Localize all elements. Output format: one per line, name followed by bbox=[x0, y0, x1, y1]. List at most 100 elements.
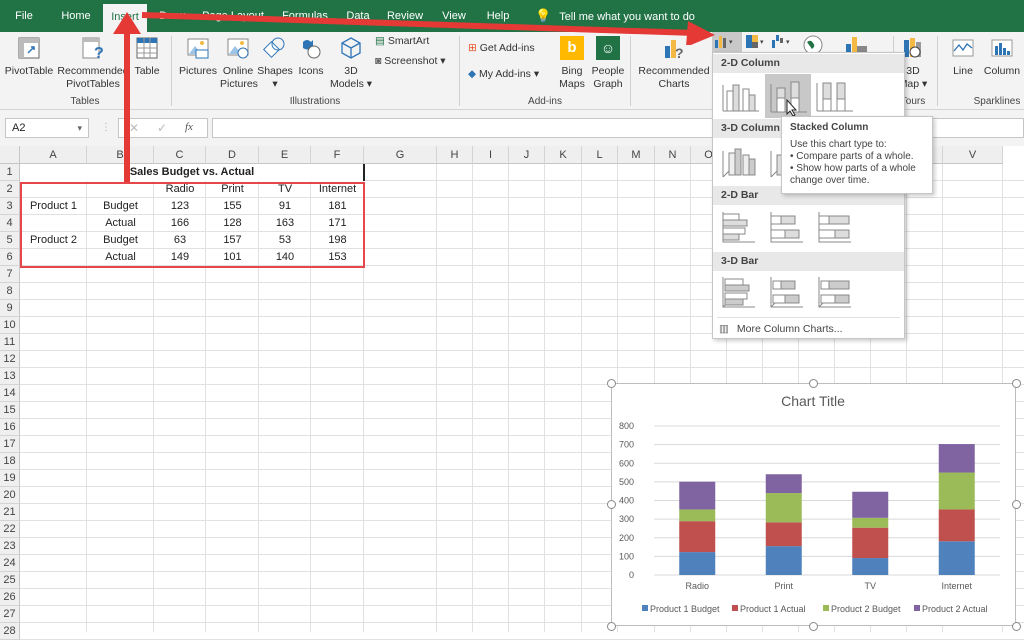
row-header-17[interactable]: 17 bbox=[0, 436, 20, 453]
recommended-pivottables-button[interactable]: ? Recommended PivotTables bbox=[56, 36, 130, 91]
bar-product-2-actual-print[interactable] bbox=[765, 474, 802, 494]
bar-product-2-budget-radio[interactable] bbox=[679, 509, 716, 522]
clustered-bar-option[interactable] bbox=[719, 208, 763, 248]
column-header-g[interactable]: G bbox=[364, 146, 437, 164]
row-header-2[interactable]: 2 bbox=[0, 181, 20, 198]
resize-handle-sw[interactable] bbox=[607, 622, 616, 631]
bar-product-2-budget-print[interactable] bbox=[765, 493, 802, 523]
column-header-e[interactable]: E bbox=[259, 146, 311, 164]
row-header-20[interactable]: 20 bbox=[0, 487, 20, 504]
cancel-icon[interactable]: ✕ bbox=[129, 121, 139, 135]
bar-product-2-budget-tv[interactable] bbox=[852, 517, 889, 528]
insert-function-icon[interactable]: fx bbox=[185, 121, 193, 133]
column-header-m[interactable]: M bbox=[618, 146, 655, 164]
row-header-16[interactable]: 16 bbox=[0, 419, 20, 436]
bar-product-1-actual-tv[interactable] bbox=[852, 527, 889, 559]
name-box[interactable]: A2 ▾ bbox=[5, 118, 89, 138]
bar-product-1-actual-internet[interactable] bbox=[938, 509, 975, 542]
chart-title[interactable]: Chart Title bbox=[781, 393, 845, 409]
row-header-9[interactable]: 9 bbox=[0, 300, 20, 317]
stacked-column-chart[interactable]: Chart Title 0 100 200 300 400 500 600 700 800 Rad… bbox=[611, 383, 1016, 626]
sheet-title[interactable]: Sales Budget vs. Actual bbox=[20, 164, 364, 181]
column-header-h[interactable]: H bbox=[437, 146, 473, 164]
row-header-4[interactable]: 4 bbox=[0, 215, 20, 232]
screenshot-button[interactable]: ◙ Screenshot ▾ bbox=[375, 55, 455, 68]
column-header-d[interactable]: D bbox=[206, 146, 259, 164]
3d-clustered-bar-option[interactable] bbox=[719, 273, 763, 313]
row-header-12[interactable]: 12 bbox=[0, 351, 20, 368]
column-header-l[interactable]: L bbox=[582, 146, 618, 164]
row-header-18[interactable]: 18 bbox=[0, 453, 20, 470]
row-header-8[interactable]: 8 bbox=[0, 283, 20, 300]
hierarchy-chart-dropdown[interactable]: ▾ bbox=[744, 32, 770, 52]
100-stacked-bar-option[interactable] bbox=[815, 208, 859, 248]
column-header-n[interactable]: N bbox=[655, 146, 691, 164]
tab-file[interactable]: File bbox=[8, 0, 40, 32]
row-header-6[interactable]: 6 bbox=[0, 249, 20, 266]
row-header-7[interactable]: 7 bbox=[0, 266, 20, 283]
column-header-k[interactable]: K bbox=[545, 146, 582, 164]
stacked-column-option[interactable] bbox=[765, 74, 811, 118]
column-sparkline-button[interactable]: Column bbox=[982, 36, 1022, 78]
select-all-button[interactable] bbox=[0, 146, 20, 164]
column-header-c[interactable]: C bbox=[154, 146, 206, 164]
row-header-11[interactable]: 11 bbox=[0, 334, 20, 351]
resize-handle-nw[interactable] bbox=[607, 379, 616, 388]
legend-entry[interactable]: Product 1 Actual bbox=[740, 604, 806, 614]
waterfall-chart-dropdown[interactable]: ▾ bbox=[770, 32, 796, 52]
row-header-26[interactable]: 26 bbox=[0, 589, 20, 606]
row-header-22[interactable]: 22 bbox=[0, 521, 20, 538]
column-header-b[interactable]: B bbox=[87, 146, 154, 164]
line-sparkline-button[interactable]: Line bbox=[946, 36, 980, 78]
resize-handle-n[interactable] bbox=[809, 379, 818, 388]
bar-product-1-actual-print[interactable] bbox=[765, 522, 802, 547]
100-stacked-column-option[interactable] bbox=[813, 77, 857, 117]
bar-product-2-budget-internet[interactable] bbox=[938, 472, 975, 510]
bar-product-1-budget-radio[interactable] bbox=[679, 552, 716, 575]
clustered-column-option[interactable] bbox=[719, 77, 763, 117]
resize-handle-ne[interactable] bbox=[1012, 379, 1021, 388]
bar-product-1-budget-tv[interactable] bbox=[852, 558, 889, 575]
3d-clustered-column-option[interactable] bbox=[719, 141, 763, 181]
bar-product-2-actual-radio[interactable] bbox=[679, 481, 716, 510]
row-header-24[interactable]: 24 bbox=[0, 555, 20, 572]
row-header-27[interactable]: 27 bbox=[0, 606, 20, 623]
row-header-3[interactable]: 3 bbox=[0, 198, 20, 215]
row-header-15[interactable]: 15 bbox=[0, 402, 20, 419]
row-header-23[interactable]: 23 bbox=[0, 538, 20, 555]
column-header-i[interactable]: I bbox=[473, 146, 509, 164]
row-header-10[interactable]: 10 bbox=[0, 317, 20, 334]
more-column-charts-link[interactable]: ▥ More Column Charts... bbox=[719, 321, 899, 337]
row-header-1[interactable]: 1 bbox=[0, 164, 20, 181]
column-header-a[interactable]: A bbox=[20, 146, 87, 164]
resize-handle-w[interactable] bbox=[607, 500, 616, 509]
bar-product-1-actual-radio[interactable] bbox=[679, 521, 716, 553]
resize-handle-s[interactable] bbox=[809, 622, 818, 631]
column-header-v[interactable]: V bbox=[943, 146, 1003, 164]
legend-entry[interactable]: Product 2 Actual bbox=[922, 604, 988, 614]
drag-handle-icon[interactable]: ⋮ bbox=[101, 122, 111, 133]
tab-home[interactable]: Home bbox=[54, 0, 98, 32]
my-addins-button[interactable]: ◆ My Add-ins ▾ bbox=[468, 68, 553, 81]
row-header-21[interactable]: 21 bbox=[0, 504, 20, 521]
enter-icon[interactable]: ✓ bbox=[157, 121, 167, 135]
resize-handle-e[interactable] bbox=[1012, 500, 1021, 509]
legend-entry[interactable]: Product 2 Budget bbox=[831, 604, 901, 614]
column-header-j[interactable]: J bbox=[509, 146, 545, 164]
row-header-25[interactable]: 25 bbox=[0, 572, 20, 589]
pivottable-button[interactable]: PivotTable bbox=[4, 36, 54, 78]
3d-100-stacked-bar-option[interactable] bbox=[815, 273, 859, 313]
row-header-19[interactable]: 19 bbox=[0, 470, 20, 487]
bar-product-1-budget-print[interactable] bbox=[765, 546, 802, 575]
bar-product-1-budget-internet[interactable] bbox=[938, 541, 975, 575]
row-header-14[interactable]: 14 bbox=[0, 385, 20, 402]
3d-stacked-bar-option[interactable] bbox=[767, 273, 811, 313]
row-header-5[interactable]: 5 bbox=[0, 232, 20, 249]
stacked-bar-option[interactable] bbox=[767, 208, 811, 248]
column-header-f[interactable]: F bbox=[311, 146, 364, 164]
row-header-13[interactable]: 13 bbox=[0, 368, 20, 385]
bar-product-2-actual-internet[interactable] bbox=[938, 444, 975, 473]
resize-handle-se[interactable] bbox=[1012, 622, 1021, 631]
legend-entry[interactable]: Product 1 Budget bbox=[650, 604, 720, 614]
bar-product-2-actual-tv[interactable] bbox=[852, 491, 889, 518]
